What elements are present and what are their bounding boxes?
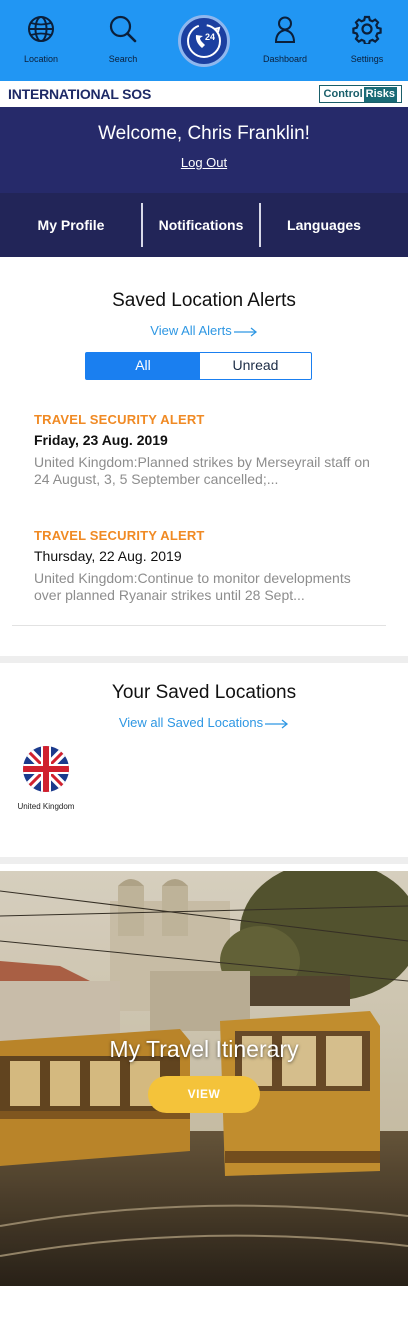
saved-locations-title: Your Saved Locations [111,682,297,703]
languages-button[interactable]: Languages [260,193,388,257]
view-all-alerts-link[interactable]: View All Alerts [0,323,408,338]
alert-item[interactable]: TRAVEL SECURITY ALERT Friday, 23 Aug. 20… [34,412,379,488]
arrow-right-icon [265,719,289,729]
badge-24-text: 24 [205,32,215,42]
view-all-alerts-label: View All Alerts [150,323,232,338]
alert-date: Thursday, 22 Aug. 2019 [34,548,182,564]
alert-type: TRAVEL SECURITY ALERT [34,412,205,427]
welcome-title: Welcome, Chris Franklin! [98,123,310,144]
emergency-call-button[interactable]: 24 [178,15,230,67]
globe-icon [28,16,54,42]
arrow-right-icon [233,327,257,337]
saved-location-item[interactable]: United Kingdom [10,746,82,811]
view-all-saved-locations-link[interactable]: View all Saved Locations [0,715,408,730]
nav-location[interactable]: Location [0,0,82,81]
international-sos-logo: INTERNATIONAL SOS [8,86,152,102]
filter-unread-tab[interactable]: Unread [200,353,311,379]
alert-summary: United Kingdom:Continue to monitor devel… [34,570,351,603]
control-risks-logo: Control Risks [318,85,402,103]
alert-item[interactable]: TRAVEL SECURITY ALERT Thursday, 22 Aug. … [34,528,379,604]
24-hour-phone-icon: 24 [187,24,221,58]
logout-link[interactable]: Log Out [0,155,408,170]
nav-dashboard[interactable]: Dashboard [244,0,326,81]
person-icon [274,16,296,43]
alert-type: TRAVEL SECURITY ALERT [34,528,205,543]
search-icon [109,15,137,43]
nav-settings-label: Settings [350,54,384,64]
control-risks-logo-part1: Control [323,87,363,100]
saved-location-alerts-title: Saved Location Alerts [112,290,296,311]
alert-summary: United Kingdom:Planned strikes by Mersey… [34,454,370,487]
saved-location-name: United Kingdom [17,802,75,811]
alerts-list[interactable]: TRAVEL SECURITY ALERT Friday, 23 Aug. 20… [12,400,386,626]
notifications-button[interactable]: Notifications [142,193,260,257]
alerts-filter-toggle: All Unread [85,352,312,380]
nav-dashboard-label: Dashboard [262,54,308,64]
gear-icon [352,15,382,44]
brand-bar: INTERNATIONAL SOS Control Risks [0,81,408,107]
nav-search[interactable]: Search [82,0,164,81]
my-profile-button[interactable]: My Profile [0,193,142,257]
uk-flag-icon [23,746,69,792]
travel-itinerary-title: My Travel Itinerary [109,1036,299,1062]
alert-date: Friday, 23 Aug. 2019 [34,432,168,448]
section-divider [0,857,408,864]
nav-location-label: Location [23,54,59,64]
view-all-saved-locations-label: View all Saved Locations [118,715,264,730]
view-itinerary-button[interactable]: VIEW [148,1076,260,1113]
filter-all-tab[interactable]: All [86,353,200,379]
nav-settings[interactable]: Settings [326,0,408,81]
nav-search-label: Search [108,54,138,64]
welcome-banner: Welcome, Chris Franklin! Log Out [0,107,408,193]
control-risks-logo-part2: Risks [363,86,397,102]
section-divider [0,656,408,663]
account-menu: My Profile Notifications Languages [0,193,408,257]
top-navigation-bar: Location Search 24 Dashboard Settings [0,0,408,81]
